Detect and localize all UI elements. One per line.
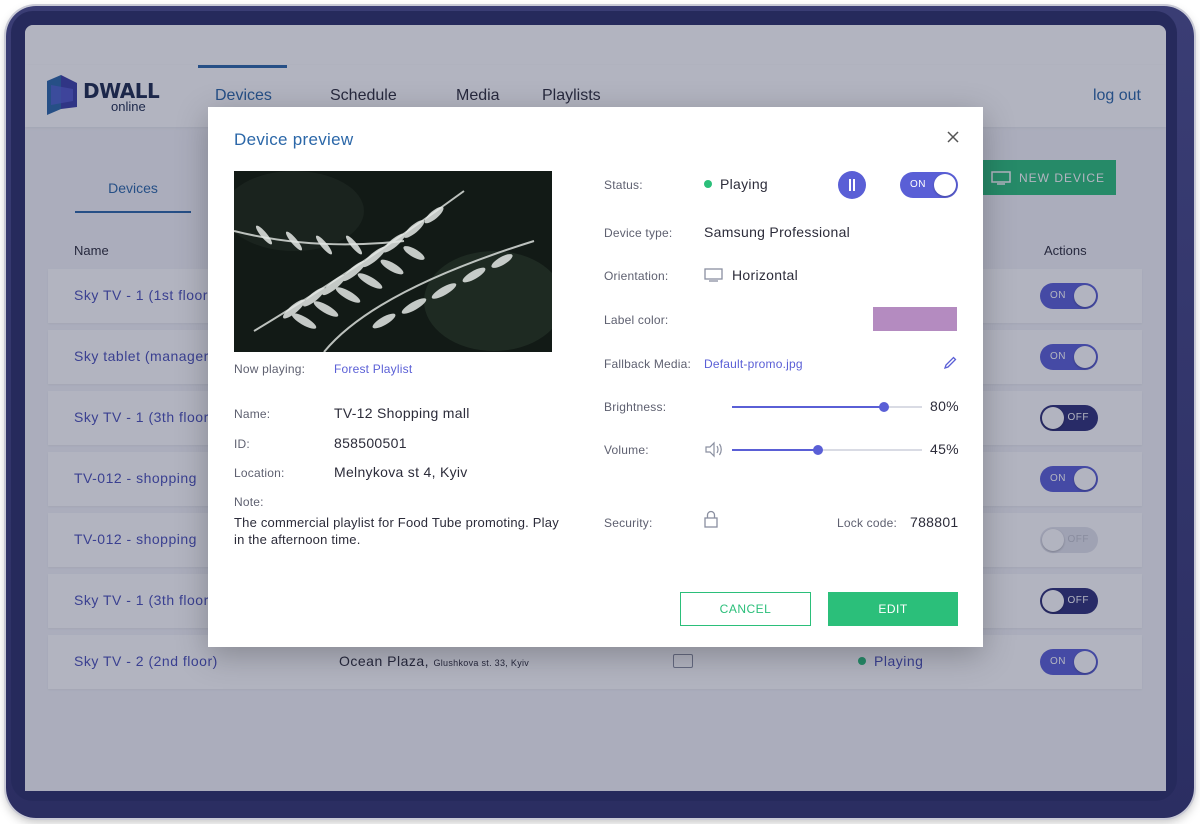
location-label: Location: [234, 466, 285, 480]
speaker-icon[interactable] [704, 441, 724, 458]
slider-fill [732, 449, 818, 451]
label-color-label: Label color: [604, 313, 669, 327]
fallback-media-label: Fallback Media: [604, 357, 692, 371]
device-type-label: Device type: [604, 226, 673, 240]
fallback-media-link[interactable]: Default-promo.jpg [704, 357, 803, 371]
lock-icon[interactable] [704, 510, 718, 528]
slider-thumb[interactable] [879, 402, 889, 412]
status-dot-icon [704, 180, 712, 188]
orientation-label: Orientation: [604, 269, 669, 283]
id-value: 858500501 [334, 435, 407, 451]
label-color-swatch[interactable] [873, 307, 957, 331]
status-label: Status: [604, 178, 643, 192]
pause-button[interactable] [838, 171, 866, 199]
cancel-button[interactable]: CANCEL [680, 592, 811, 626]
modal-title: Device preview [234, 130, 354, 149]
device-preview-modal: Device preview Now playing: Forest Playl… [208, 107, 983, 647]
name-label: Name: [234, 407, 271, 421]
id-label: ID: [234, 437, 250, 451]
toggle-label: ON [910, 179, 926, 190]
volume-value: 45% [930, 441, 959, 457]
security-label: Security: [604, 516, 653, 530]
monitor-icon [704, 268, 723, 282]
toggle-knob [934, 174, 956, 196]
orientation-value: Horizontal [732, 267, 799, 283]
brightness-slider[interactable] [732, 402, 922, 412]
name-value: TV-12 Shopping mall [334, 405, 470, 421]
note-text: The commercial playlist for Food Tube pr… [234, 515, 559, 547]
brightness-label: Brightness: [604, 400, 667, 414]
device-type-value: Samsung Professional [704, 224, 851, 240]
close-icon[interactable] [945, 129, 961, 145]
now-playing-link[interactable]: Forest Playlist [334, 362, 412, 376]
location-value: Melnykova st 4, Kyiv [334, 464, 468, 480]
pencil-icon[interactable] [943, 355, 958, 370]
volume-slider[interactable] [732, 445, 922, 455]
preview-image [234, 171, 552, 352]
fern-image [234, 171, 552, 352]
lock-code-value: 788801 [910, 514, 959, 530]
now-playing-label: Now playing: [234, 362, 306, 376]
status-text: Playing [720, 176, 769, 192]
slider-fill [732, 406, 884, 408]
screen: DWALL online Devices Schedule Media Play… [25, 25, 1166, 791]
brightness-value: 80% [930, 398, 959, 414]
edit-button[interactable]: EDIT [828, 592, 958, 626]
slider-thumb[interactable] [812, 445, 823, 455]
volume-label: Volume: [604, 443, 649, 457]
lock-code-label: Lock code: [837, 516, 898, 530]
note-label: Note: [234, 495, 264, 509]
status-toggle[interactable]: ON [900, 172, 958, 198]
status-value: Playing [704, 176, 768, 192]
